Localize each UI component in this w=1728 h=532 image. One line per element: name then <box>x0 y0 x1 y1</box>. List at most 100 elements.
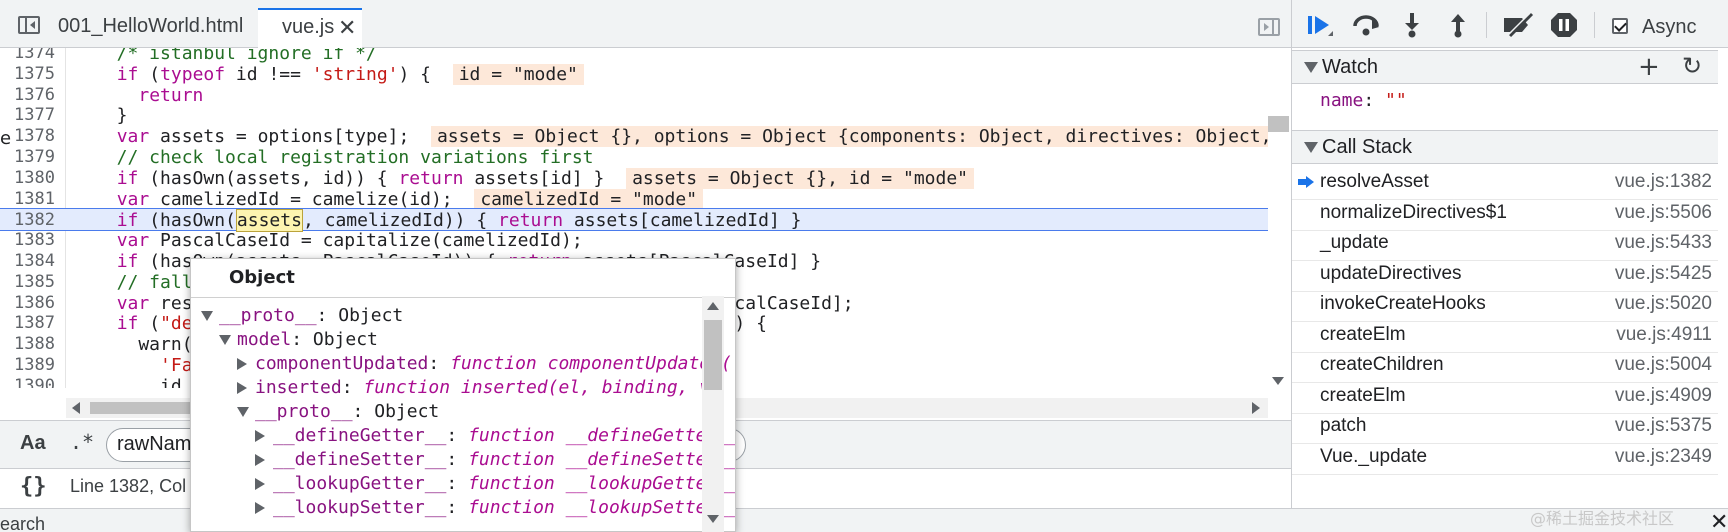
popover-scroll-up-icon[interactable] <box>707 302 719 310</box>
sidebar-scrollbar[interactable] <box>1718 48 1728 508</box>
code-token: ( <box>138 313 161 335</box>
property-text: __lookupGetter__: function __lookupGette… <box>273 471 735 497</box>
popover-scroll-down-icon[interactable] <box>707 515 719 523</box>
line-number[interactable]: 1389 <box>14 354 62 377</box>
collapse-triangle-icon[interactable] <box>219 335 231 345</box>
call-frame-location[interactable]: vue.js:2349 <box>1615 441 1712 473</box>
call-frame[interactable]: invokeCreateHooks vue.js:5020 <box>1292 288 1720 322</box>
call-frame-location[interactable]: vue.js:5020 <box>1615 288 1712 320</box>
drawer-tab-search[interactable]: earch <box>0 514 45 532</box>
call-frame-location[interactable]: vue.js:5375 <box>1615 410 1712 442</box>
step-out-icon[interactable] <box>1444 12 1472 38</box>
pause-on-exceptions-icon[interactable] <box>1550 12 1578 38</box>
resume-icon[interactable] <box>1306 12 1334 38</box>
call-frame[interactable]: _update vue.js:5433 <box>1292 227 1720 261</box>
property-separator: : <box>428 353 451 374</box>
line-number[interactable]: 1385 <box>14 271 62 294</box>
line-number[interactable]: 1375 <box>14 63 62 86</box>
call-frame-location[interactable]: vue.js:4909 <box>1615 380 1712 412</box>
property-key: __defineGetter__ <box>273 425 447 446</box>
tab-vue-js[interactable]: vue.js ✕ <box>258 8 362 48</box>
expand-triangle-icon[interactable] <box>255 478 265 490</box>
code-token: if <box>116 251 139 272</box>
call-frame[interactable]: Vue._update vue.js:2349 <box>1292 441 1720 475</box>
code-line[interactable]: 1381 var camelizedId = camelize(id); cam… <box>0 188 1272 211</box>
expand-triangle-icon[interactable] <box>237 382 247 394</box>
line-number[interactable]: 1380 <box>14 167 62 190</box>
add-watch-icon[interactable]: + <box>1638 52 1660 82</box>
expand-triangle-icon[interactable] <box>237 358 247 370</box>
editor-vertical-scrollbar[interactable] <box>1268 48 1291 388</box>
close-drawer-icon[interactable]: ✕ <box>1710 510 1728 532</box>
expand-triangle-icon[interactable] <box>255 430 265 442</box>
expand-triangle-icon[interactable] <box>255 502 265 514</box>
property-key: inserted <box>255 377 342 398</box>
code-line[interactable]: 1377 } <box>0 104 1272 127</box>
call-frame[interactable]: patch vue.js:5375 <box>1292 410 1720 444</box>
close-tab-icon[interactable]: ✕ <box>338 14 356 42</box>
code-line[interactable]: 1382 if (hasOwn(assets, camelizedId)) { … <box>0 208 1272 233</box>
call-frame-location[interactable]: vue.js:1382 <box>1615 166 1712 198</box>
call-frame-location[interactable]: vue.js:5506 <box>1615 197 1712 229</box>
deactivate-breakpoints-icon[interactable] <box>1502 12 1536 38</box>
line-number[interactable]: 1377 <box>14 104 62 127</box>
step-over-icon[interactable] <box>1352 12 1380 38</box>
line-number[interactable]: 1383 <box>14 229 62 252</box>
property-key: __proto__ <box>255 401 353 422</box>
scroll-right-arrow-icon[interactable] <box>1252 402 1260 414</box>
call-frame[interactable]: resolveAsset vue.js:1382 <box>1292 166 1720 200</box>
editor-vertical-scroll-thumb[interactable] <box>1268 116 1289 132</box>
tab-hello-world[interactable]: 001_HelloWorld.html <box>58 8 243 48</box>
pretty-print-button[interactable]: {} <box>20 474 47 499</box>
line-number[interactable]: 1390 <box>14 375 62 388</box>
step-into-icon[interactable] <box>1398 12 1426 38</box>
code-line[interactable]: 1379 // check local registration variati… <box>0 146 1272 169</box>
line-number[interactable]: 1384 <box>14 250 62 273</box>
popover-scroll-thumb[interactable] <box>704 320 722 390</box>
line-number[interactable]: 1378 <box>14 125 62 148</box>
line-number[interactable]: 1379 <box>14 146 62 169</box>
call-frame[interactable]: updateDirectives vue.js:5425 <box>1292 258 1720 292</box>
refresh-watch-icon[interactable]: ↻ <box>1682 52 1702 80</box>
line-number[interactable]: 1387 <box>14 312 62 335</box>
regex-button[interactable]: .* <box>70 430 94 454</box>
expand-triangle-icon[interactable] <box>255 454 265 466</box>
object-preview-popover[interactable]: Object __proto__: Object model: Object com… <box>190 258 736 532</box>
call-frame[interactable]: createElm vue.js:4911 <box>1292 319 1720 353</box>
collapse-triangle-icon[interactable] <box>237 407 249 417</box>
code-token: var <box>116 230 150 252</box>
watch-expression[interactable]: name: "" <box>1320 90 1407 111</box>
code-line[interactable]: 1383 var PascalCaseId = capitalize(camel… <box>0 229 1272 252</box>
call-frame-location[interactable]: vue.js:5425 <box>1615 258 1712 290</box>
call-frame[interactable]: createElm vue.js:4909 <box>1292 380 1720 414</box>
code-line[interactable]: 1375 if (typeof id !== 'string') { id = … <box>0 63 1272 86</box>
code-line[interactable]: 1380 if (hasOwn(assets, id)) { return as… <box>0 167 1272 190</box>
call-frame-location[interactable]: vue.js:4911 <box>1616 319 1712 351</box>
line-number[interactable]: 1386 <box>14 292 62 315</box>
property-text: componentUpdated: function componentUpda… <box>255 351 732 377</box>
popover-title: Object <box>229 267 295 288</box>
call-frame-location[interactable]: vue.js:5433 <box>1615 227 1712 259</box>
code-line[interactable]: 1376 return <box>0 84 1272 107</box>
call-stack-section-header[interactable]: Call Stack <box>1292 130 1728 164</box>
match-case-button[interactable]: Aa <box>20 432 46 455</box>
scroll-down-arrow-icon[interactable] <box>1272 377 1284 385</box>
collapse-triangle-icon[interactable] <box>201 311 213 321</box>
call-frame-name: _update <box>1320 232 1389 253</box>
line-number[interactable]: 1388 <box>14 333 62 356</box>
call-frame[interactable]: createChildren vue.js:5004 <box>1292 349 1720 383</box>
watch-section-header[interactable]: Watch <box>1292 50 1728 84</box>
navigator-toggle-icon[interactable] <box>18 16 40 34</box>
debugger-panel-toggle-icon[interactable] <box>1258 18 1280 36</box>
code-token: /* istanbul ignore if */ <box>95 48 377 64</box>
code-line[interactable]: 1378 var assets = options[type]; assets … <box>0 125 1272 148</box>
scroll-left-arrow-icon[interactable] <box>72 402 80 414</box>
call-frame[interactable]: normalizeDirectives$1 vue.js:5506 <box>1292 197 1720 231</box>
async-checkbox[interactable] <box>1612 18 1628 34</box>
line-number[interactable]: 1376 <box>14 84 62 107</box>
line-number[interactable]: 1381 <box>14 188 62 211</box>
call-frame-location[interactable]: vue.js:5004 <box>1615 349 1712 381</box>
